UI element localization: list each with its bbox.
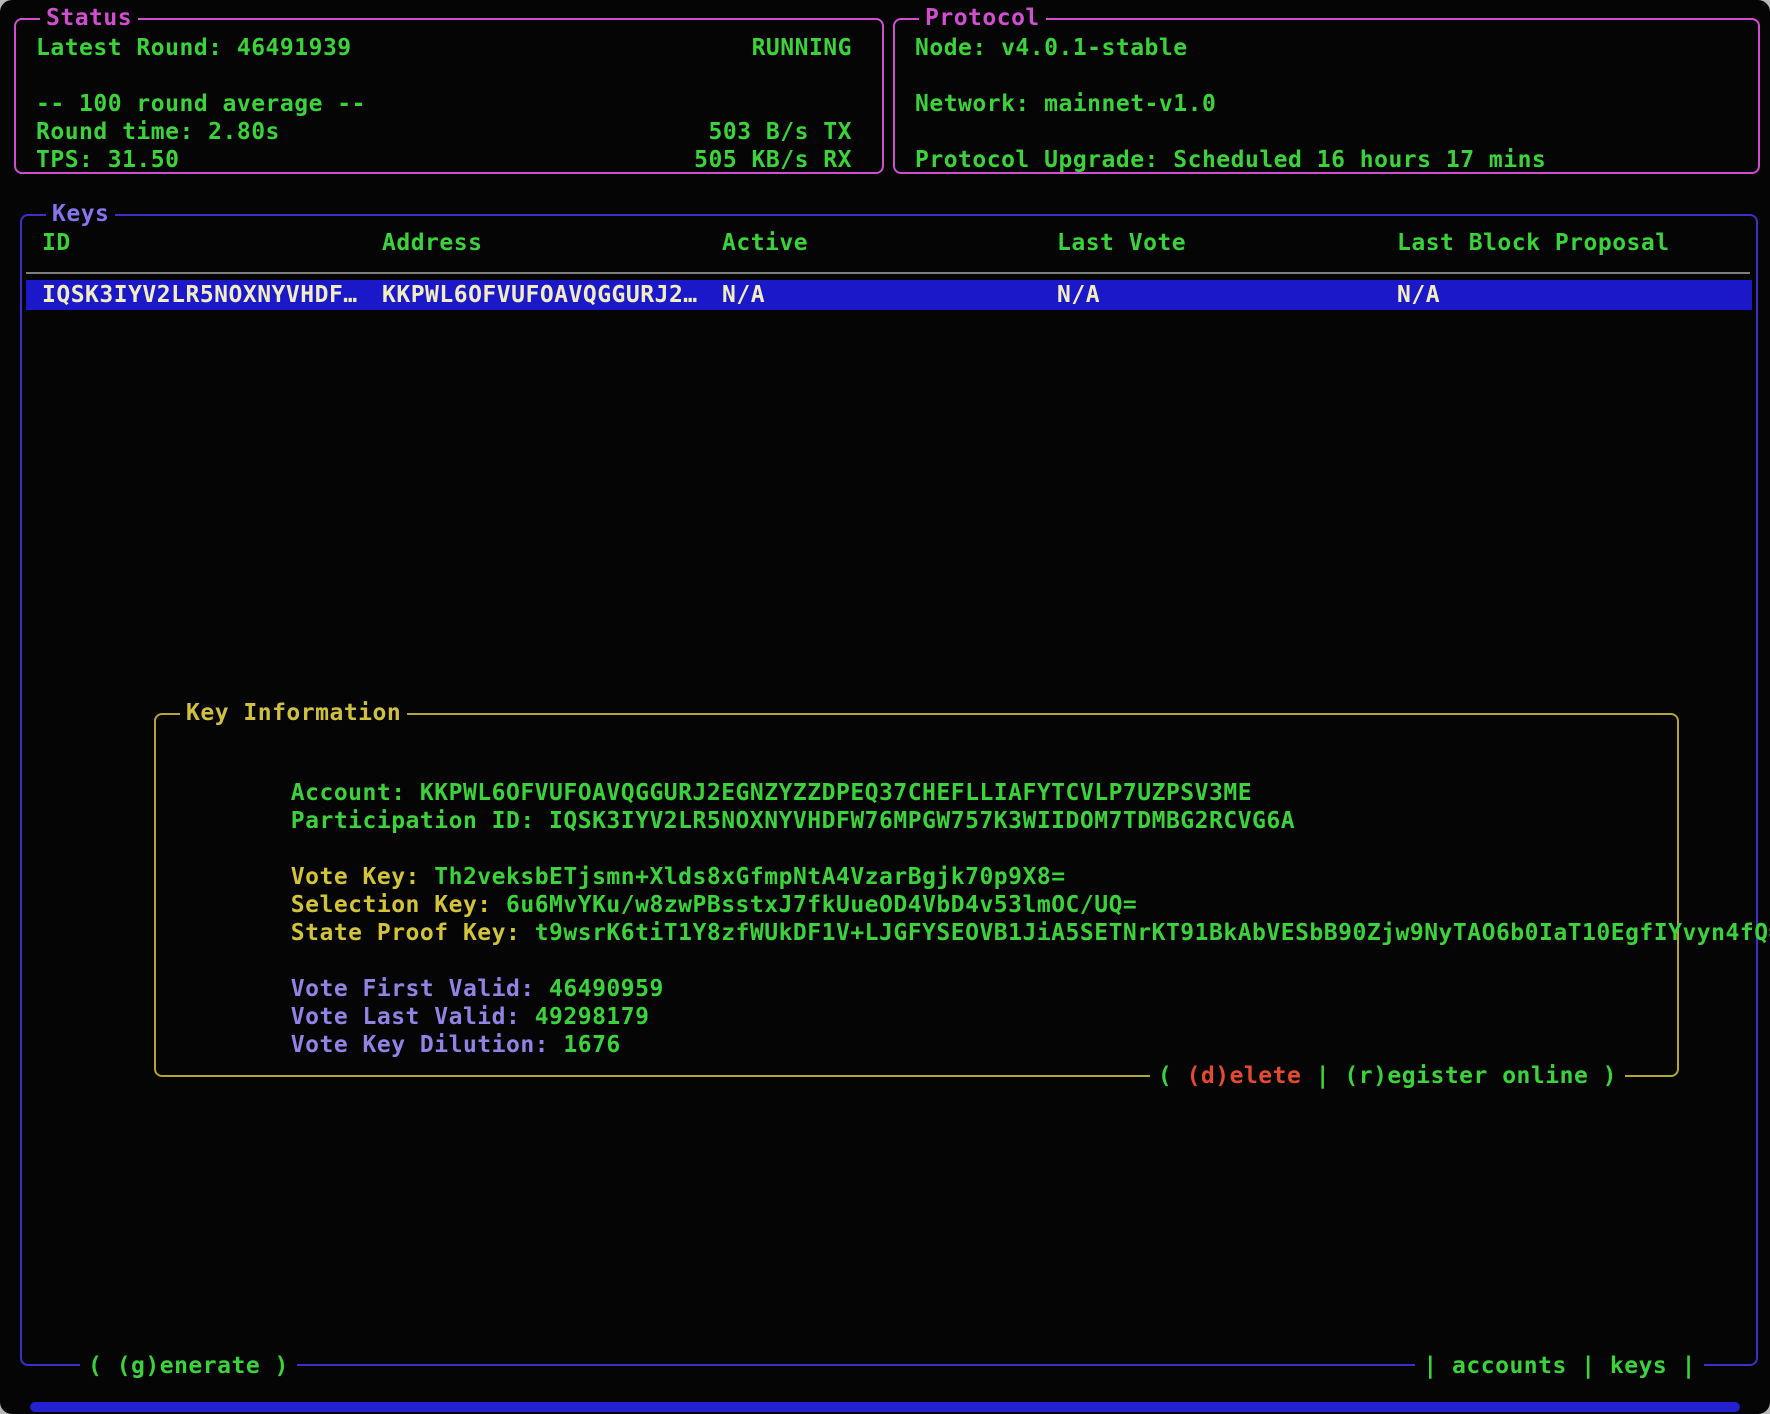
- key-actions: ( (d)elete | (r)egister online ): [1150, 1062, 1625, 1090]
- tps-value: TPS: 31.50: [36, 146, 179, 174]
- rx-rate-value: 505 KB/s RX: [694, 146, 852, 174]
- row-last-block-proposal-cell: N/A: [1397, 280, 1752, 310]
- network-value: Network: mainnet-v1.0: [915, 90, 1216, 118]
- nav-pipe-mid: |: [1581, 1352, 1595, 1380]
- key-information-title: Key Information: [180, 699, 407, 727]
- row-address-cell: KKPWL6OFVUFOAVQGGURJ2…: [382, 280, 722, 310]
- column-header-last-vote: Last Vote: [1057, 228, 1397, 258]
- state-proof-key-value: t9wsrK6tiT1Y8zfWUkDF1V+LJGFYSEOVB1JiA5SE…: [535, 920, 1770, 946]
- protocol-row-upgrade: Protocol Upgrade: Scheduled 16 hours 17 …: [895, 146, 1758, 174]
- bottom-nav: | accounts | keys |: [1415, 1352, 1704, 1380]
- participation-id-label: Participation ID:: [291, 808, 549, 834]
- status-row-tps: TPS: 31.50 505 KB/s RX: [16, 146, 882, 174]
- status-panel-title: Status: [40, 4, 138, 32]
- state-proof-key-line: State Proof Key: t9wsrK6tiT1Y8zfWUkDF1V+…: [176, 891, 1667, 919]
- status-row-roundtime: Round time: 2.80s 503 B/s TX: [16, 118, 882, 146]
- selection-key-line: Selection Key: 6u6MvYKu/w8zwPBsstxJ7fkUu…: [176, 863, 1667, 891]
- vote-key-dilution-label: Vote Key Dilution:: [291, 1032, 564, 1058]
- vote-first-valid-line: Vote First Valid: 46490959: [176, 947, 1667, 975]
- nav-tab-accounts[interactable]: accounts: [1438, 1352, 1581, 1380]
- terminal-window: Status Latest Round: 46491939 RUNNING --…: [0, 0, 1770, 1414]
- vote-key-line: Vote Key: Th2veksbETjsmn+Xlds8xGfmpNtA4V…: [176, 835, 1667, 863]
- row-id-cell: IQSK3IYV2LR5NOXNYVHDF…: [42, 280, 382, 310]
- status-row-average-header: -- 100 round average --: [16, 90, 882, 118]
- participation-id-value: IQSK3IYV2LR5NOXNYVHDFW76MPGW757K3WIIDOM7…: [549, 808, 1295, 834]
- protocol-row-network: Network: mainnet-v1.0: [895, 90, 1758, 118]
- actions-close-paren: ): [1588, 1062, 1617, 1090]
- register-online-action-button[interactable]: (r)egister online: [1344, 1062, 1588, 1090]
- node-version-value: Node: v4.0.1-stable: [915, 34, 1188, 62]
- vote-key-dilution-line: Vote Key Dilution: 1676: [176, 1003, 1667, 1031]
- column-header-last-block-proposal: Last Block Proposal: [1397, 228, 1756, 258]
- round-time-value: Round time: 2.80s: [36, 118, 280, 146]
- node-state-badge: RUNNING: [752, 34, 852, 62]
- keys-panel: Keys ID Address Active Last Vote Last Bl…: [20, 214, 1758, 1366]
- keys-panel-title: Keys: [46, 200, 115, 228]
- window-bottom-bar: [30, 1402, 1740, 1412]
- nav-pipe-right: |: [1682, 1352, 1696, 1380]
- generate-action-button[interactable]: ( (g)enerate ): [80, 1352, 297, 1380]
- column-header-address: Address: [382, 228, 722, 258]
- table-row-selected[interactable]: IQSK3IYV2LR5NOXNYVHDF… KKPWL6OFVUFOAVQGG…: [26, 280, 1752, 310]
- actions-divider: |: [1301, 1062, 1344, 1090]
- column-header-active: Active: [722, 228, 1057, 258]
- tx-rate-value: 503 B/s TX: [709, 118, 852, 146]
- round-average-header: -- 100 round average --: [36, 90, 366, 118]
- nav-tab-keys[interactable]: keys: [1596, 1352, 1682, 1380]
- protocol-panel: Protocol Node: v4.0.1-stable Network: ma…: [893, 18, 1760, 174]
- actions-open-paren: (: [1158, 1062, 1187, 1090]
- column-header-id: ID: [42, 228, 382, 258]
- protocol-upgrade-value: Protocol Upgrade: Scheduled 16 hours 17 …: [915, 146, 1546, 174]
- latest-round-value: Latest Round: 46491939: [36, 34, 352, 62]
- key-information-panel: Key Information Account: KKPWL6OFVUFOAVQ…: [154, 713, 1679, 1077]
- row-active-cell: N/A: [722, 280, 1057, 310]
- nav-pipe-left: |: [1423, 1352, 1437, 1380]
- generate-label[interactable]: ( (g)enerate ): [88, 1352, 289, 1380]
- keys-table-header: ID Address Active Last Vote Last Block P…: [22, 228, 1756, 258]
- vote-key-dilution-value: 1676: [563, 1032, 620, 1058]
- protocol-panel-title: Protocol: [919, 4, 1046, 32]
- header-separator: [26, 272, 1750, 274]
- protocol-row-node: Node: v4.0.1-stable: [895, 34, 1758, 62]
- delete-action-button[interactable]: (d)elete: [1187, 1062, 1302, 1090]
- state-proof-key-label: State Proof Key:: [291, 920, 535, 946]
- vote-last-valid-line: Vote Last Valid: 49298179: [176, 975, 1667, 1003]
- status-row-latest: Latest Round: 46491939 RUNNING: [16, 34, 882, 62]
- status-panel: Status Latest Round: 46491939 RUNNING --…: [14, 18, 884, 174]
- account-line: Account: KKPWL6OFVUFOAVQGGURJ2EGNZYZZDPE…: [176, 751, 1667, 779]
- row-last-vote-cell: N/A: [1057, 280, 1397, 310]
- participation-id-line: Participation ID: IQSK3IYV2LR5NOXNYVHDFW…: [176, 779, 1667, 807]
